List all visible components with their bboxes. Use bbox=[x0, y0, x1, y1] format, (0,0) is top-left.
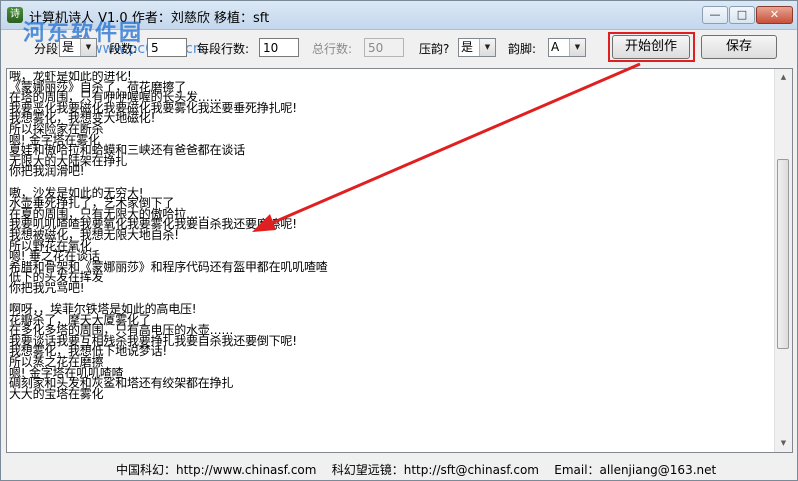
rhyme-foot-select[interactable]: A ▼ bbox=[548, 38, 586, 57]
paragraphs-input[interactable] bbox=[147, 38, 187, 57]
maximize-button[interactable]: □ bbox=[729, 6, 755, 24]
segment-select-value: 是 bbox=[62, 40, 75, 54]
window-title: 计算机诗人 V1.0 作者：刘慈欣 移植：sft bbox=[29, 11, 270, 26]
save-button[interactable]: 保存 bbox=[701, 35, 777, 59]
close-button[interactable]: ✕ bbox=[756, 6, 793, 24]
status-links: 中国科幻：http://www.chinasf.com 科幻望远镜：http:/… bbox=[116, 463, 717, 477]
total-lines-label: 总行数: bbox=[312, 42, 353, 56]
chevron-down-icon[interactable]: ▼ bbox=[569, 39, 585, 56]
rhyme-select-value: 是 bbox=[461, 40, 474, 54]
rhyme-foot-select-value: A bbox=[551, 40, 560, 54]
rhyme-foot-label: 韵脚: bbox=[508, 42, 537, 56]
lines-per-paragraph-label: 每段行数: bbox=[197, 42, 250, 56]
chevron-down-icon[interactable]: ▼ bbox=[80, 39, 96, 56]
lines-per-paragraph-input[interactable] bbox=[259, 38, 299, 57]
title-bar[interactable]: 诗 计算机诗人 V1.0 作者：刘慈欣 移植：sft 河东软件园 www.pc0… bbox=[1, 1, 797, 57]
status-bar: 中国科幻：http://www.chinasf.com 科幻望远镜：http:/… bbox=[1, 456, 797, 480]
minimize-button[interactable]: — bbox=[702, 6, 728, 24]
chevron-down-icon[interactable]: ▼ bbox=[479, 39, 495, 56]
total-lines-input bbox=[364, 38, 404, 57]
vertical-scrollbar[interactable]: ▲ ▼ bbox=[774, 69, 792, 452]
scrollbar-thumb[interactable] bbox=[777, 159, 789, 349]
segment-select[interactable]: 是 ▼ bbox=[59, 38, 97, 57]
scroll-down-icon[interactable]: ▼ bbox=[775, 435, 792, 452]
rhyme-select[interactable]: 是 ▼ bbox=[458, 38, 496, 57]
poem-text[interactable]: 哦，龙虾是如此的进化! 《蒙娜丽莎》自杀了，荷花磨擦了 在塔的周围，只有咿咿喔喔… bbox=[9, 71, 773, 449]
poet-app-icon: 诗 bbox=[7, 7, 23, 23]
poem-textarea[interactable]: 哦，龙虾是如此的进化! 《蒙娜丽莎》自杀了，荷花磨擦了 在塔的周围，只有咿咿喔喔… bbox=[6, 68, 793, 453]
rhyme-label: 压韵? bbox=[419, 42, 450, 56]
highlight-annotation bbox=[608, 32, 695, 62]
paragraphs-label: 段数: bbox=[109, 42, 138, 56]
scroll-up-icon[interactable]: ▲ bbox=[775, 69, 792, 86]
app-window: 诗 计算机诗人 V1.0 作者：刘慈欣 移植：sft 河东软件园 www.pc0… bbox=[0, 0, 798, 481]
